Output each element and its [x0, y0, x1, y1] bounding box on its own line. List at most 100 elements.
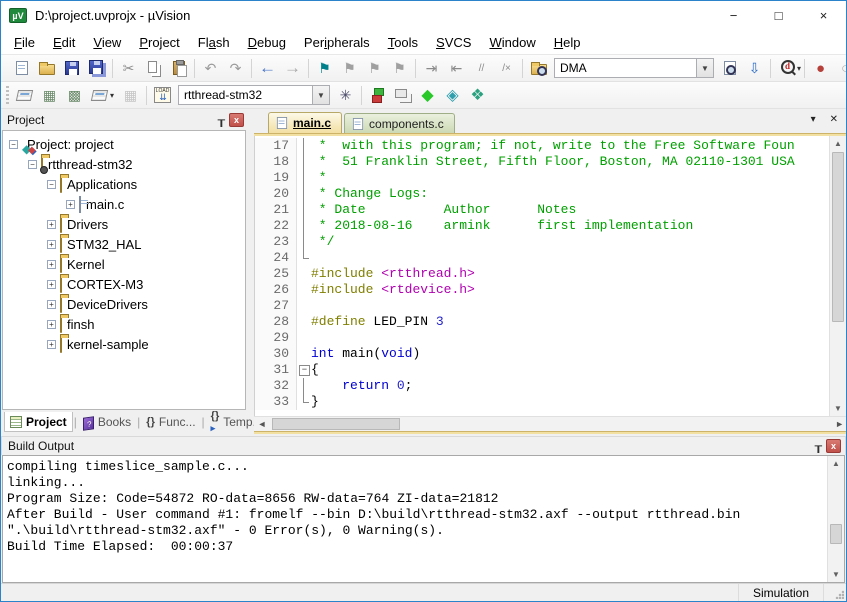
menu-flash[interactable]: Flash [189, 32, 239, 53]
navigate-back-icon[interactable]: ← [256, 57, 279, 79]
insert-breakpoint-icon[interactable]: ● [809, 57, 832, 79]
pin-icon[interactable]: ┰ [218, 114, 225, 126]
expand-icon[interactable]: + [47, 260, 56, 269]
open-folder-icon[interactable] [35, 57, 58, 79]
expand-icon[interactable]: + [47, 280, 56, 289]
find-box-dropdown-icon[interactable]: ▼ [696, 59, 713, 77]
collapse-icon[interactable]: − [28, 160, 37, 169]
expand-icon[interactable]: + [47, 300, 56, 309]
menu-help[interactable]: Help [545, 32, 590, 53]
menu-svcs[interactable]: SVCS [427, 32, 480, 53]
editor-tab-components-c[interactable]: components.c [344, 113, 455, 133]
fold-collapse-icon[interactable] [297, 362, 311, 378]
navigate-forward-icon[interactable]: → [281, 57, 304, 79]
scroll-up-icon[interactable]: ▲ [830, 136, 846, 151]
expand-icon[interactable]: + [47, 340, 56, 349]
save-icon[interactable] [60, 57, 83, 79]
panel-tab-func[interactable]: {}Func... [141, 412, 200, 432]
run-time-environment-icon[interactable]: ◆ [416, 84, 439, 106]
target-select-dropdown-icon[interactable]: ▼ [312, 86, 329, 104]
close-panel-button[interactable]: x [229, 113, 244, 127]
clear-bookmarks-icon[interactable]: ⚑ [388, 57, 411, 79]
rebuild-all-icon[interactable]: ▩ [63, 84, 86, 106]
maximize-button[interactable]: □ [756, 1, 801, 30]
close-document-icon[interactable]: ✕ [830, 114, 838, 125]
previous-bookmark-icon[interactable]: ⚑ [338, 57, 361, 79]
collapse-icon[interactable]: − [47, 180, 56, 189]
manage-components-icon[interactable] [366, 84, 389, 106]
build-scroll-up-icon[interactable]: ▲ [828, 456, 844, 471]
find-in-files-icon[interactable] [527, 57, 550, 79]
toolbar-grip[interactable] [6, 86, 9, 104]
disable-breakpoint-icon[interactable]: ○ [834, 57, 846, 79]
incremental-find-icon[interactable]: ⇩ [743, 57, 766, 79]
tree-item-kernel[interactable]: +Kernel [3, 254, 245, 274]
search-text-icon[interactable] [718, 57, 741, 79]
tree-item-applications[interactable]: −Applications [3, 174, 245, 194]
editor-vertical-scrollbar[interactable]: ▲ ▼ [829, 136, 846, 416]
editor-horizontal-scrollbar[interactable]: ◄ ► [254, 416, 846, 431]
redo-icon[interactable]: ↷ [224, 57, 247, 79]
menu-debug[interactable]: Debug [239, 32, 295, 53]
panel-tab-books[interactable]: Books [78, 412, 136, 432]
download-icon[interactable]: LOAD⇊ [151, 84, 174, 106]
tree-item-finsh[interactable]: +finsh [3, 314, 245, 334]
next-bookmark-icon[interactable]: ⚑ [363, 57, 386, 79]
tree-item-kernel-sample[interactable]: +kernel-sample [3, 334, 245, 354]
tree-item-rtthread-stm32[interactable]: −rtthread-stm32 [3, 154, 245, 174]
menu-file[interactable]: File [5, 32, 44, 53]
code-editor[interactable]: 17 * with this program; if not, write to… [254, 136, 846, 416]
manage-project-items-icon[interactable]: ◈ [441, 84, 464, 106]
build-scroll-down-icon[interactable]: ▼ [828, 567, 844, 582]
batch-build-caret-icon[interactable]: ▾ [110, 91, 118, 100]
editor-tab-main-c[interactable]: main.c [268, 112, 342, 133]
resize-grip[interactable] [824, 584, 846, 601]
tree-item-devicedrivers[interactable]: +DeviceDrivers [3, 294, 245, 314]
menu-window[interactable]: Window [480, 32, 544, 53]
target-select-combobox[interactable]: rtthread-stm32▼ [178, 85, 330, 105]
tree-item-drivers[interactable]: +Drivers [3, 214, 245, 234]
save-all-icon[interactable] [85, 57, 108, 79]
build-icon[interactable]: ▦ [38, 84, 61, 106]
tree-item-main-c[interactable]: +main.c [3, 194, 245, 214]
menu-tools[interactable]: Tools [379, 32, 427, 53]
build-pin-icon[interactable]: ┰ [815, 440, 822, 452]
translate-file-icon[interactable] [13, 84, 36, 106]
scroll-right-icon[interactable]: ► [835, 419, 844, 429]
tree-item-stm32-hal[interactable]: +STM32_HAL [3, 234, 245, 254]
paste-icon[interactable] [167, 57, 190, 79]
find-box-combobox[interactable]: DMA▼ [554, 58, 714, 78]
uncomment-icon[interactable]: /× [495, 57, 518, 79]
cut-icon[interactable]: ✂ [117, 57, 140, 79]
batch-build-icon[interactable] [88, 84, 111, 106]
menu-peripherals[interactable]: Peripherals [295, 32, 379, 53]
scroll-down-icon[interactable]: ▼ [830, 401, 846, 416]
unindent-icon[interactable]: ⇤ [445, 57, 468, 79]
tab-list-dropdown-icon[interactable]: ▾ [811, 114, 816, 125]
find-dialog-icon[interactable] [775, 57, 798, 79]
minimize-button[interactable]: − [711, 1, 756, 30]
pack-installer-icon[interactable]: ❖ [466, 84, 489, 106]
menu-view[interactable]: View [84, 32, 130, 53]
editor-vscroll-thumb[interactable] [832, 152, 844, 322]
editor-hscroll-thumb[interactable] [272, 418, 400, 430]
expand-icon[interactable]: + [66, 200, 75, 209]
panel-tab-project[interactable]: Project [4, 412, 73, 432]
tree-item-project-project[interactable]: −Project: project [3, 134, 245, 154]
build-close-button[interactable]: x [826, 439, 841, 453]
vertical-splitter[interactable] [247, 109, 254, 434]
expand-icon[interactable]: + [47, 220, 56, 229]
indent-icon[interactable]: ⇥ [420, 57, 443, 79]
expand-icon[interactable]: + [47, 240, 56, 249]
stop-build-icon[interactable]: ▦ [119, 84, 142, 106]
file-extensions-icon[interactable] [391, 84, 414, 106]
options-for-target-icon[interactable]: ✳ [334, 84, 357, 106]
expand-icon[interactable]: + [47, 320, 56, 329]
close-button[interactable]: × [801, 1, 846, 30]
collapse-icon[interactable]: − [9, 140, 18, 149]
tree-item-cortex-m3[interactable]: +CORTEX-M3 [3, 274, 245, 294]
build-vscroll-thumb[interactable] [830, 524, 842, 544]
copy-icon[interactable] [142, 57, 165, 79]
insert-bookmark-icon[interactable]: ⚑ [313, 57, 336, 79]
build-vertical-scrollbar[interactable]: ▲ ▼ [827, 456, 844, 582]
